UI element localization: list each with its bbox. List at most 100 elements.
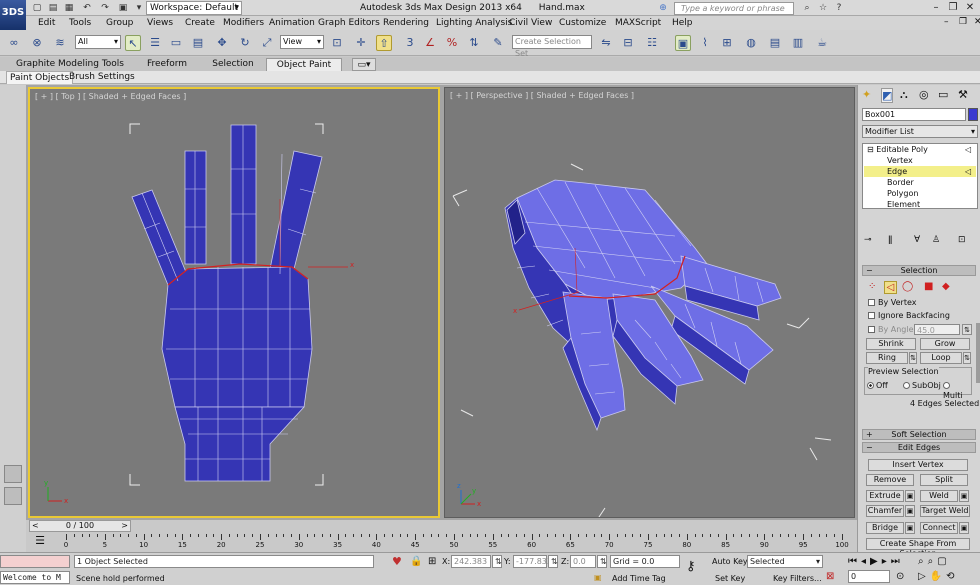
pan-icon[interactable]: ✋	[930, 571, 946, 582]
mini-minimize-icon[interactable]: –	[944, 17, 949, 27]
display-tab-icon[interactable]: ▭	[938, 88, 948, 101]
time-slider-thumb[interactable]: < 0 / 100 >	[29, 520, 131, 532]
reference-coordinate-dropdown[interactable]: View ▾	[280, 35, 324, 49]
close-icon[interactable]: ✕	[962, 1, 978, 14]
redo-icon[interactable]: ↷	[98, 2, 112, 14]
menu-help[interactable]: Help	[672, 17, 693, 29]
loop-spinner[interactable]: ⇅	[963, 352, 971, 364]
weld-button[interactable]: Weld	[920, 490, 958, 502]
z-coordinate-field[interactable]: 0.0	[570, 555, 596, 568]
menu-animation[interactable]: Animation	[269, 17, 315, 29]
stack-item-element[interactable]: Element	[887, 200, 920, 210]
rendered-frame-window-icon[interactable]: ▥	[790, 35, 806, 51]
menu-civil-view[interactable]: Civil View	[509, 17, 552, 29]
menu-customize[interactable]: Customize	[559, 17, 606, 29]
menu-tools[interactable]: Tools	[69, 17, 91, 29]
menu-edit[interactable]: Edit	[38, 17, 55, 29]
track-bar[interactable]: ☰ 0 5 10 15 20 25 30 35 40 45 50 55 60 65 70 75 80 85 90 95…	[26, 532, 857, 552]
link-icon[interactable]: ∞	[6, 35, 22, 51]
set-key-button[interactable]: Set Key	[715, 573, 745, 584]
tab-freeform[interactable]: Freeform	[138, 58, 196, 71]
menu-maxscript[interactable]: MAXScript	[615, 17, 661, 29]
mini-close-icon[interactable]: ✕	[974, 17, 980, 27]
mirror-icon[interactable]: ⇋	[598, 35, 614, 51]
weld-settings-icon[interactable]: ▣	[959, 490, 969, 502]
time-slider[interactable]: < 0 / 100 >	[26, 520, 857, 532]
render-production-icon[interactable]: ☕	[814, 35, 830, 51]
scale-icon[interactable]: ⤢	[259, 35, 275, 51]
go-to-start-icon[interactable]: ⏮	[848, 556, 861, 567]
by-vertex-checkbox[interactable]: By Vertex	[868, 298, 916, 308]
by-vertex-box[interactable]	[868, 299, 875, 306]
graphite-toggle-icon[interactable]: ▣	[675, 35, 691, 51]
time-tag-icon[interactable]: ▣	[594, 572, 602, 583]
previous-frame-icon[interactable]: ◂	[861, 556, 870, 567]
maximize-icon[interactable]: ❐	[945, 1, 961, 14]
bridge-button[interactable]: Bridge	[866, 522, 904, 534]
go-to-end-icon[interactable]: ⏭	[891, 556, 904, 567]
remove-button[interactable]: Remove	[866, 474, 914, 486]
motion-tab-icon[interactable]: ◎	[919, 88, 929, 101]
vertex-mode-icon[interactable]: ⁘	[868, 281, 876, 292]
element-mode-icon[interactable]: ◆	[942, 281, 950, 292]
selection-filter-dropdown[interactable]: All ▾	[75, 35, 121, 49]
material-editor-icon[interactable]: ◍	[743, 35, 759, 51]
x-coordinate-field[interactable]: 242.383	[451, 555, 491, 568]
move-icon[interactable]: ✥	[214, 35, 230, 51]
z-spinner[interactable]: ⇅	[597, 555, 607, 568]
viewport-perspective[interactable]: [ + ] [ Perspective ] [ Shaded + Edged F…	[444, 87, 855, 518]
unlink-icon[interactable]: ⊗	[29, 35, 45, 51]
layer-explorer-icon[interactable]	[4, 465, 22, 483]
align-icon[interactable]: ⊟	[620, 35, 636, 51]
bridge-settings-icon[interactable]: ▣	[905, 522, 915, 534]
preview-off-radio[interactable]: Off	[867, 381, 888, 391]
prev-frame-icon[interactable]: <	[32, 521, 39, 531]
next-frame-button-icon[interactable]: ▸	[882, 556, 891, 567]
viewport-top[interactable]: [ + ] [ Top ] [ Shaded + Edged Faces ] x…	[28, 87, 440, 518]
angle-value-field[interactable]: 45.0	[914, 324, 960, 335]
layer-manager-icon[interactable]: ☷	[644, 35, 660, 51]
viewport-persp-label[interactable]: [ + ] [ Perspective ] [ Shaded + Edged F…	[450, 91, 634, 100]
polygon-mode-icon[interactable]: ■	[924, 281, 933, 292]
preview-multi-dot[interactable]	[943, 382, 950, 389]
new-file-icon[interactable]: ▢	[30, 2, 44, 14]
save-file-icon[interactable]: ▦	[62, 2, 76, 14]
mini-curve-editor-icon[interactable]: ☰	[30, 534, 50, 548]
connect-button[interactable]: Connect	[920, 522, 958, 534]
angle-snap-icon[interactable]: ∠	[422, 35, 438, 51]
viewport-top-label[interactable]: [ + ] [ Top ] [ Shaded + Edged Faces ]	[35, 92, 186, 101]
selection-set-dropdown[interactable]: Create Selection Set	[512, 35, 592, 58]
search-input[interactable]: Type a keyword or phrase	[674, 2, 794, 15]
maxscript-listener-input[interactable]	[0, 555, 70, 568]
current-frame-field[interactable]: 0	[848, 570, 890, 583]
selection-rollout-header[interactable]: − Selection	[862, 265, 976, 276]
schematic-view-icon[interactable]: ⊞	[719, 35, 735, 51]
extrude-settings-icon[interactable]: ▣	[905, 490, 915, 502]
stack-item-edge-highlight[interactable]	[864, 166, 976, 177]
ring-button[interactable]: Ring	[866, 352, 908, 364]
bind-space-warp-icon[interactable]: ≋	[52, 35, 68, 51]
keyboard-shortcut-override-icon[interactable]: ⇧	[376, 35, 392, 51]
insert-vertex-button[interactable]: Insert Vertex	[868, 459, 968, 471]
preview-multi-radio[interactable]: Multi	[943, 381, 971, 401]
snap-toggle-icon[interactable]: 3	[402, 35, 418, 51]
modifier-list-dropdown[interactable]: Modifier List ▾	[862, 125, 978, 138]
pin-stack-icon[interactable]: ⊸	[864, 235, 872, 245]
binoculars-icon[interactable]: ⊕	[656, 2, 670, 14]
render-setup-icon[interactable]: ▤	[767, 35, 783, 51]
make-unique-icon[interactable]: ∀	[914, 235, 920, 245]
select-object-icon[interactable]: ↖	[125, 35, 141, 51]
tab-object-paint[interactable]: Object Paint	[266, 58, 342, 71]
configure-modifier-sets-icon[interactable]: ⊡	[958, 235, 966, 245]
soft-selection-rollout-header[interactable]: + Soft Selection	[862, 429, 976, 440]
command-panel-scrollbar[interactable]	[976, 323, 980, 383]
window-crossing-icon[interactable]: ▤	[190, 35, 206, 51]
customize-arrow-icon[interactable]: ▾	[132, 2, 146, 14]
tab-graphite-modeling-tools[interactable]: Graphite Modeling Tools	[8, 58, 132, 71]
hold-icon[interactable]: ▣	[116, 2, 130, 14]
ring-spinner[interactable]: ⇅	[909, 352, 917, 364]
open-file-icon[interactable]: ▤	[46, 2, 60, 14]
by-angle-box[interactable]	[868, 326, 875, 333]
y-spinner[interactable]: ⇅	[548, 555, 558, 568]
object-name-field[interactable]: Box001	[862, 108, 966, 121]
